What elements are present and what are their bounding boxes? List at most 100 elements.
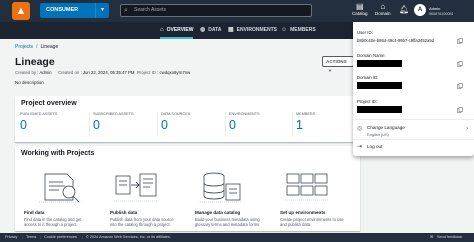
stat-divider [89, 112, 90, 136]
domain-icon: ⌂ [380, 2, 386, 11]
copy-icon[interactable] [457, 61, 463, 67]
change-language-item[interactable]: Change Language [367, 125, 405, 130]
find-data-link[interactable]: Find data [24, 210, 44, 215]
dropdown-divider [353, 119, 474, 120]
stat-label-data-sources: DATA SOURCES [161, 112, 191, 116]
chevron-down-icon: ▼ [95, 3, 109, 18]
tab-environments[interactable]: ▦ ENVIRONMENTS [228, 22, 277, 39]
copy-icon[interactable] [457, 38, 463, 44]
manage-catalog-link[interactable]: Manage data catalog [195, 210, 240, 215]
stat-label-subscribed-assets: SUBSCRIBED ASSETS [93, 112, 134, 116]
cookie-preferences-link[interactable]: Cookie preferences [44, 233, 77, 242]
project-id-meta: Project ID : cwdqxo8yrn7nw [137, 70, 191, 75]
user-menu-dropdown: User ID: b8b0c40e-b864-49c4-99b7-c9ffa34… [353, 22, 474, 156]
user-id-value: b8b0c40e-b864-49c4-99b7-c9ffa3452a5d [357, 38, 434, 43]
tab-environments-label: ENVIRONMENTS [236, 27, 277, 33]
stat-divider [292, 112, 293, 136]
catalog-nav-button[interactable]: ▤ Catalog [352, 2, 368, 17]
actions-button[interactable]: ACTIONS ▼ [322, 56, 354, 73]
stat-value-environments[interactable]: 0 [229, 118, 236, 132]
created-by-label: Created by [15, 70, 37, 75]
project-id-redacted [357, 106, 402, 113]
manage-catalog-description: Build your business metadata using gloss… [195, 217, 261, 228]
domain-nav-label: Domain [375, 11, 391, 16]
breadcrumb-current: Lineage [40, 44, 59, 50]
domain-selector-label: CONSUMER [46, 7, 79, 13]
project-description: No description [15, 80, 44, 85]
tab-data-label: DATA [208, 27, 222, 33]
grid-icon: ▦ [228, 27, 234, 33]
user-account-id: 560876100051 [429, 12, 454, 16]
tab-members[interactable]: ☺ MEMBERS [281, 22, 316, 39]
search-input[interactable]: ⌕ Search Assets [120, 4, 312, 17]
created-by-value: Admin [39, 70, 52, 75]
user-menu-button[interactable]: A Admin 560876100051 [412, 1, 474, 21]
created-on-value: Jun 22, 2024, 05:35:47 PM [82, 70, 135, 75]
project-overview-card: Project overview [15, 96, 360, 142]
chevron-down-icon: ▼ [328, 68, 332, 73]
footer: Privacy | Terms | Cookie preferences | ©… [0, 233, 474, 242]
stat-value-members[interactable]: 1 [296, 118, 303, 132]
manage-catalog-illustration-icon [198, 172, 242, 203]
page-title: Lineage [15, 56, 55, 68]
catalog-nav-label: Catalog [352, 11, 368, 16]
domain-selector[interactable]: CONSUMER ▼ [40, 3, 109, 18]
setup-environments-description: Create project environments to use and p… [280, 217, 344, 228]
catalog-icon: ▤ [355, 2, 364, 11]
stat-value-data-sources[interactable]: 0 [161, 118, 168, 132]
stat-label-members: MEMBERS [296, 112, 316, 116]
breadcrumb-projects-link[interactable]: Projects [15, 44, 33, 50]
user-name: Admin [429, 6, 441, 11]
feedback-icon: ✉ [430, 235, 434, 239]
footer-separator: | [40, 235, 41, 239]
footer-separator: | [82, 235, 83, 239]
footer-separator: | [22, 235, 23, 239]
copy-icon[interactable] [457, 83, 463, 89]
copyright-text: © 2024 Amazon Web Services, Inc. or its … [86, 235, 171, 239]
domain-nav-button[interactable]: ⌂ Domain [375, 2, 391, 17]
stat-divider [157, 112, 158, 136]
current-language: English (US) [367, 132, 389, 137]
dropdown-divider [353, 139, 474, 140]
domain-name-label: Domain Name: [357, 53, 386, 58]
project-id-label: Project ID [137, 70, 156, 75]
find-data-illustration-icon [39, 173, 83, 203]
tab-data[interactable]: ◍ DATA [200, 22, 221, 39]
created-by-meta: Created by : Admin [15, 70, 52, 75]
domain-id-redacted [357, 82, 402, 89]
domain-name-redacted [357, 60, 402, 67]
log-out-item[interactable]: Log out [367, 144, 382, 149]
terms-link[interactable]: Terms [26, 233, 36, 242]
chevron-right-icon: › [466, 126, 468, 132]
datazone-logo-icon[interactable]: ▲ [12, 2, 30, 20]
user-id-label: User ID: [357, 30, 373, 35]
actions-button-label: ACTIONS [326, 59, 347, 64]
stat-value-published-assets[interactable]: 0 [20, 118, 27, 132]
stat-value-subscribed-assets[interactable]: 0 [93, 118, 100, 132]
created-on-meta: Created on : Jun 22, 2024, 05:35:47 PM [58, 70, 135, 75]
send-feedback-link[interactable]: Send feedback [437, 233, 462, 242]
privacy-link[interactable]: Privacy [5, 233, 17, 242]
created-on-label: Created on [58, 70, 80, 75]
search-placeholder: Search Assets [134, 7, 166, 13]
stat-label-published-assets: PUBLISHED ASSETS [20, 112, 58, 116]
publish-data-link[interactable]: Publish data [110, 210, 137, 215]
breadcrumb-separator: / [36, 44, 38, 50]
globe-icon: ◎ [357, 126, 363, 132]
project-id-value: cwdqxo8yrn7nw [159, 70, 191, 75]
people-icon: ☺ [281, 27, 288, 33]
avatar: A [414, 4, 426, 16]
stat-divider [225, 112, 226, 136]
publish-data-illustration-icon [114, 173, 158, 202]
domain-id-label: Domain ID: [357, 75, 379, 80]
logout-icon: ⇥ [357, 144, 363, 150]
search-icon: ⌕ [124, 7, 128, 14]
copy-icon[interactable] [457, 107, 463, 113]
setup-environments-illustration-icon [285, 173, 329, 201]
tab-overview[interactable]: ⌂ OVERVIEW [160, 22, 194, 39]
notification-bell-icon[interactable]: 🔔︎ [399, 5, 409, 14]
tab-overview-label: OVERVIEW [166, 27, 194, 33]
home-icon: ⌂ [160, 27, 164, 33]
tab-members-label: MEMBERS [290, 27, 316, 33]
setup-environments-link[interactable]: Set up environments [280, 210, 325, 215]
